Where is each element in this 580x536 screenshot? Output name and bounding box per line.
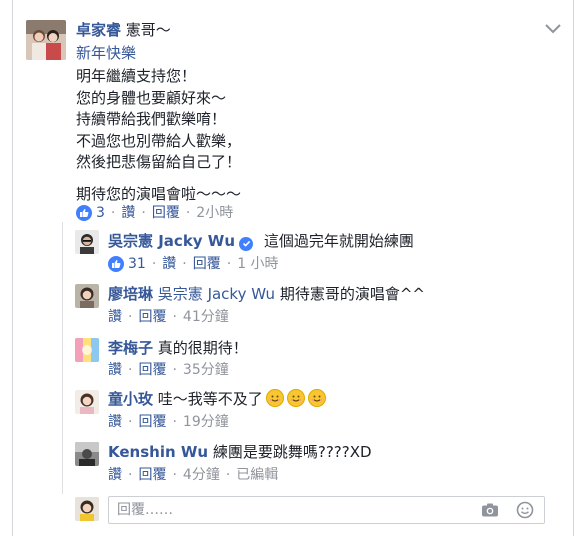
separator-dot: · <box>128 309 133 325</box>
reply-5-time[interactable]: 4分鐘 <box>183 465 220 485</box>
reply-3-time[interactable]: 35分鐘 <box>183 360 229 380</box>
reply-input[interactable] <box>117 497 477 523</box>
reply-composer[interactable] <box>108 496 545 524</box>
avatar-reply-4[interactable] <box>75 390 99 414</box>
separator-dot: · <box>128 467 133 483</box>
reply-4-actions: 讚 · 回覆 · 19分鐘 <box>108 412 229 432</box>
main-comment-time[interactable]: 2小時 <box>196 203 233 223</box>
reply-4-reply-button[interactable]: 回覆 <box>138 412 166 432</box>
separator-dot: · <box>226 256 232 272</box>
reply-1-content: 吳宗憲 Jacky Wu 這個過完年就開始練團 <box>108 231 414 251</box>
reply-1-like-count[interactable]: 31 <box>128 254 146 274</box>
separator-dot: · <box>182 256 187 272</box>
reply-1-time[interactable]: 1 小時 <box>237 254 278 274</box>
reply-2-author[interactable]: 廖培琳 <box>108 285 153 303</box>
avatar-reply-5[interactable] <box>75 442 99 466</box>
reply-3-reply-button[interactable]: 回覆 <box>138 360 166 380</box>
smiling-face-emoji-icon <box>286 389 305 407</box>
reply-2-actions: 讚 · 回覆 · 41分鐘 <box>108 307 229 327</box>
main-comment-line: 不過您也別帶給人歡樂， <box>76 132 242 150</box>
main-comment-line: 明年繼續支持您！ <box>76 67 197 85</box>
main-reply-button[interactable]: 回覆 <box>152 203 180 223</box>
chevron-down-icon[interactable] <box>544 22 562 36</box>
separator-dot: · <box>172 467 177 483</box>
reply-1-actions: 31 · 讚 · 回覆 · 1 小時 <box>108 254 279 274</box>
panel-border-right <box>573 0 574 536</box>
main-comment-header: 卓家睿 憲哥～ <box>76 20 171 40</box>
reply-2-time[interactable]: 41分鐘 <box>183 307 229 327</box>
smiling-face-emoji-icon <box>307 389 326 407</box>
reply-3-content: 李梅子 真的很期待！ <box>108 338 248 358</box>
separator-dot: · <box>172 414 177 430</box>
reply-4-author[interactable]: 童小玫 <box>108 390 153 408</box>
reply-5-actions: 讚 · 回覆 · 4分鐘 · 已編輯 <box>108 465 278 485</box>
main-comment-line: 持續帶給我們歡樂唷！ <box>76 110 227 128</box>
separator-dot: · <box>185 205 191 221</box>
reply-3-like-button[interactable]: 讚 <box>108 360 122 380</box>
main-comment-line: 期待您的演唱會啦～～～ <box>76 185 242 203</box>
reply-5-author[interactable]: Kenshin Wu <box>108 443 208 461</box>
main-like-button[interactable]: 讚 <box>121 203 135 223</box>
smiley-icon[interactable] <box>516 501 534 519</box>
reply-4-text: 哇～我等不及了 <box>157 390 263 408</box>
reply-1-reply-button[interactable]: 回覆 <box>193 254 221 274</box>
reply-2-content: 廖培琳 吳宗憲 Jacky Wu 期待憲哥的演唱會^^ <box>108 284 425 304</box>
separator-dot: · <box>172 309 177 325</box>
main-comment-author[interactable]: 卓家睿 <box>76 21 121 39</box>
main-comment-line: 然後把悲傷留給自己了！ <box>76 153 242 171</box>
reply-5-like-button[interactable]: 讚 <box>108 465 122 485</box>
reply-5-reply-button[interactable]: 回覆 <box>138 465 166 485</box>
separator-dot: · <box>172 362 177 378</box>
main-like-count[interactable]: 3 <box>96 203 105 223</box>
reply-3-author[interactable]: 李梅子 <box>108 339 153 357</box>
reply-5-content: Kenshin Wu 練團是要跳舞嗎????XD <box>108 442 372 462</box>
avatar-reply-3[interactable] <box>75 338 99 362</box>
avatar-current-user <box>75 497 99 521</box>
main-comment-actions: 3 · 讚 · 回覆 · 2小時 <box>76 203 233 223</box>
reply-3-actions: 讚 · 回覆 · 35分鐘 <box>108 360 229 380</box>
separator-dot: · <box>110 205 116 221</box>
separator-dot: · <box>128 362 133 378</box>
avatar-main-author[interactable] <box>26 20 66 60</box>
reply-1-text: 這個過完年就開始練團 <box>263 232 414 250</box>
reply-2-mention[interactable]: 吳宗憲 Jacky Wu <box>158 285 275 303</box>
reply-thread-rail <box>62 222 63 494</box>
separator-dot: · <box>225 467 231 483</box>
reply-4-like-button[interactable]: 讚 <box>108 412 122 432</box>
separator-dot: · <box>141 205 146 221</box>
separator-dot: · <box>151 256 157 272</box>
reply-1-like-button[interactable]: 讚 <box>162 254 176 274</box>
thumbs-up-icon <box>76 205 92 221</box>
reply-3-text: 真的很期待！ <box>157 339 248 357</box>
reply-2-reply-button[interactable]: 回覆 <box>138 307 166 327</box>
smiling-face-emoji-icon <box>265 389 284 407</box>
verified-badge-icon <box>239 236 254 251</box>
comment-thread: 卓家睿 憲哥～ 新年快樂 明年繼續支持您！ 您的身體也要顧好來～ 持續帶給我們歡… <box>0 0 580 536</box>
reply-5-text: 練團是要跳舞嗎????XD <box>212 443 372 461</box>
avatar-reply-1[interactable] <box>75 230 99 254</box>
camera-icon[interactable] <box>481 502 499 518</box>
avatar-reply-2[interactable] <box>75 284 99 308</box>
reply-2-text: 期待憲哥的演唱會^^ <box>279 285 425 303</box>
reply-4-content: 童小玫 哇～我等不及了 <box>108 389 326 409</box>
main-comment-mention: 憲哥～ <box>125 21 171 39</box>
separator-dot: · <box>128 414 133 430</box>
reply-4-time[interactable]: 19分鐘 <box>183 412 229 432</box>
thumbs-up-icon <box>108 256 124 272</box>
reply-5-edited-label[interactable]: 已編輯 <box>236 465 278 485</box>
main-comment-line: 您的身體也要顧好來～ <box>76 89 227 107</box>
panel-border-left <box>12 0 13 536</box>
reply-2-like-button[interactable]: 讚 <box>108 307 122 327</box>
main-comment-tag[interactable]: 新年快樂 <box>76 43 136 63</box>
reply-1-author[interactable]: 吳宗憲 Jacky Wu <box>108 232 235 250</box>
